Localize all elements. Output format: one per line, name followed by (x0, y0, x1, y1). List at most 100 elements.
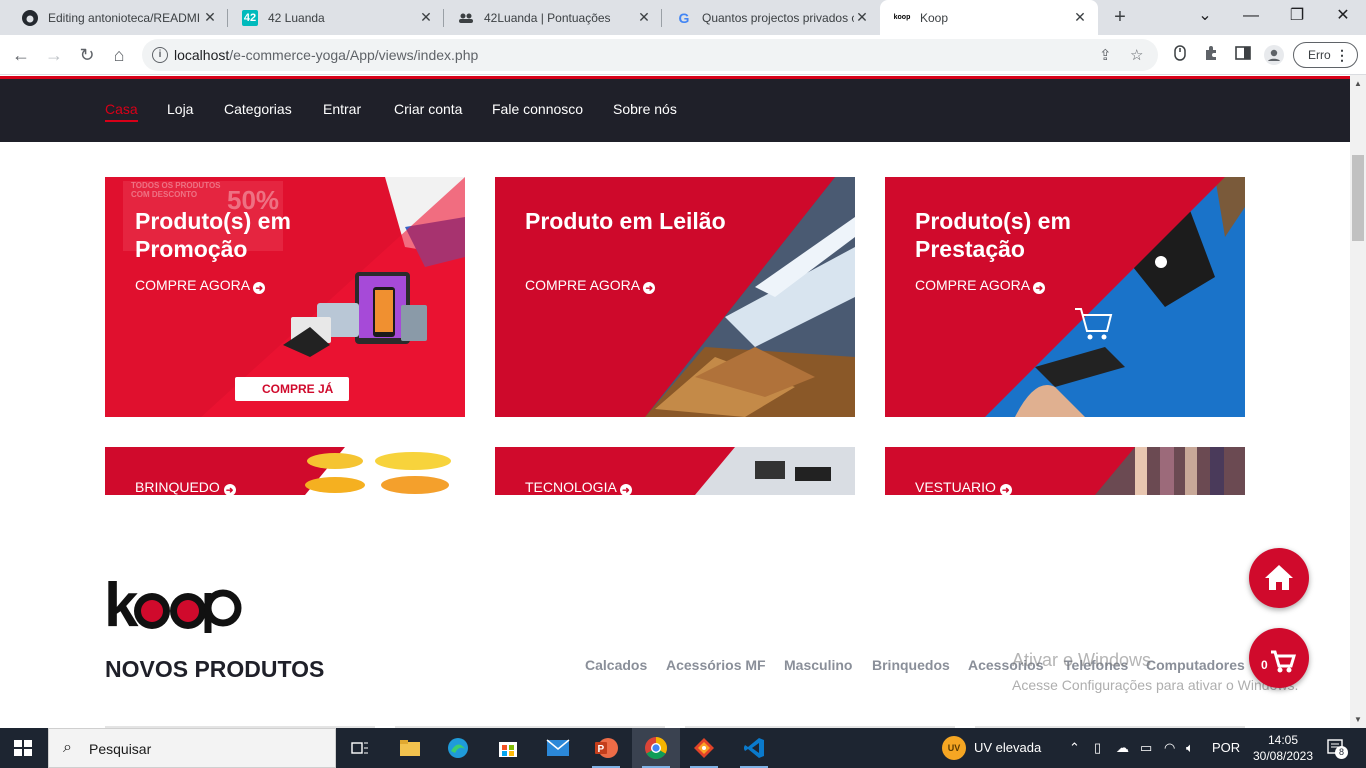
close-icon[interactable]: ✕ (418, 9, 434, 26)
banner-prestacao[interactable]: Produto(s) em Prestação COMPRE AGORA ➜ (885, 177, 1245, 417)
tab-pontuacoes[interactable]: 42Luanda | Pontuações ✕ (444, 0, 662, 35)
tab-github[interactable]: Editing antonioteca/READMI ✕ (8, 0, 228, 35)
category-link-computadores[interactable]: Computadores (1146, 657, 1245, 673)
close-window-button[interactable]: ✕ (1320, 0, 1366, 35)
volume-icon[interactable]: 🔈︎ (1186, 740, 1194, 756)
task-view-icon[interactable] (336, 728, 384, 768)
cart-fab-button[interactable]: 0 (1249, 628, 1309, 688)
profile-icon[interactable] (1264, 45, 1284, 65)
banner-cta[interactable]: COMPRE AGORA ➜ (135, 277, 266, 294)
category-link-masculino[interactable]: Masculino (784, 657, 852, 673)
git-app-icon[interactable] (680, 728, 728, 768)
tab-title: Quantos projectos privados c (702, 10, 854, 25)
file-explorer-icon[interactable] (386, 728, 434, 768)
extensions-icon[interactable] (1201, 45, 1221, 65)
banner-tecnologia[interactable]: TECNOLOGIA ➜ (495, 447, 855, 495)
nav-categorias[interactable]: Categorias (224, 101, 292, 117)
restore-button[interactable]: ❐ (1274, 0, 1320, 35)
compre-ja-label: COMPRE JÁ (262, 382, 334, 396)
banner-vestuario[interactable]: VESTUARIO ➜ (885, 447, 1245, 495)
windows-start-icon[interactable] (14, 740, 32, 756)
svg-text:k: k (104, 571, 139, 634)
taskbar-clock[interactable]: 14:05 30/08/2023 (1248, 732, 1318, 764)
banner-promocao[interactable]: TODOS OS PRODUTOS COM DESCONTO 50% Produ… (105, 177, 465, 417)
scroll-up-icon[interactable]: ▲ (1354, 79, 1362, 88)
address-bar[interactable]: i localhost/e-commerce-yoga/App/views/in… (142, 39, 1158, 71)
home-fab-button[interactable] (1249, 548, 1309, 608)
close-icon[interactable]: ✕ (202, 9, 218, 26)
banner-cta[interactable]: COMPRE AGORA ➜ (915, 277, 1046, 294)
reload-icon[interactable]: ↻ (75, 43, 99, 67)
tab-title: Koop (920, 10, 949, 25)
home-icon[interactable]: ⌂ (107, 43, 131, 67)
banner-leilao[interactable]: Produto em Leilão COMPRE AGORA ➜ (495, 177, 855, 417)
forward-icon[interactable]: → (42, 43, 66, 67)
onedrive-icon[interactable]: ☁ (1116, 740, 1129, 756)
banner-cta[interactable]: TECNOLOGIA ➜ (525, 479, 632, 495)
nav-casa[interactable]: Casa (105, 101, 138, 122)
close-icon[interactable]: ✕ (636, 9, 652, 26)
powerpoint-icon[interactable]: P (582, 728, 630, 768)
category-link-brinquedos[interactable]: Brinquedos (872, 657, 950, 673)
device-icon[interactable]: ▯ (1094, 740, 1101, 756)
notifications-icon[interactable]: 8 (1326, 738, 1348, 761)
tab-title: 42Luanda | Pontuações (484, 10, 611, 25)
mail-icon[interactable] (534, 728, 582, 768)
browser-toolbar: ← → ↻ ⌂ i localhost/e-commerce-yoga/App/… (0, 35, 1366, 75)
42-icon: 42 (242, 9, 258, 26)
show-hidden-icons[interactable]: ⌃ (1069, 740, 1080, 756)
cart-count: 0 (1261, 658, 1268, 672)
close-icon[interactable]: ✕ (854, 9, 870, 26)
banner-brinquedo[interactable]: BRINQUEDO ➜ (105, 447, 465, 495)
wifi-icon[interactable]: ◠ (1164, 740, 1175, 756)
banner-cta[interactable]: BRINQUEDO ➜ (135, 479, 236, 495)
share-icon[interactable]: ⇪ (1099, 46, 1112, 64)
chrome-icon[interactable] (632, 728, 680, 768)
windows-activation-title: Ativar o Windows (1012, 650, 1152, 670)
banner-cta[interactable]: COMPRE AGORA ➜ (525, 277, 656, 294)
arrow-right-icon: ➜ (253, 282, 266, 294)
category-link-calcados[interactable]: Calcados (585, 657, 647, 673)
uv-weather-icon[interactable]: UV (942, 736, 966, 760)
koop-logo[interactable]: k (104, 568, 244, 640)
url-text: localhost/e-commerce-yoga/App/views/inde… (174, 47, 479, 63)
tab-koop[interactable]: koop Koop ✕ (880, 0, 1098, 35)
weather-text[interactable]: UV elevada (974, 740, 1041, 755)
arrow-right-icon: ➜ (999, 484, 1012, 495)
nav-entrar[interactable]: Entrar (323, 101, 361, 117)
arrow-right-icon: ➜ (619, 484, 632, 495)
edge-icon[interactable] (434, 728, 482, 768)
store-icon[interactable] (484, 728, 532, 768)
menu-dots-icon[interactable]: ⋮ (1335, 43, 1349, 67)
bookmark-star-icon[interactable]: ☆ (1130, 46, 1143, 64)
home-icon (1265, 565, 1293, 590)
search-icon: ⌕ (63, 739, 72, 756)
side-panel-icon[interactable] (1233, 45, 1253, 65)
error-button[interactable]: Erro ⋮ (1293, 42, 1358, 68)
tab-title: 42 Luanda (268, 10, 325, 25)
tab-google-search[interactable]: G Quantos projectos privados c ✕ (662, 0, 880, 35)
minimize-button[interactable]: — (1228, 0, 1274, 35)
taskbar-search[interactable]: ⌕ Pesquisar (48, 728, 336, 768)
page-scrollbar[interactable]: ▲ ▼ (1350, 75, 1366, 728)
battery-icon[interactable]: ▭ (1140, 740, 1152, 756)
category-link-acessorios-mf[interactable]: Acessórios MF (666, 657, 766, 673)
tab-42-luanda[interactable]: 42 42 Luanda ✕ (228, 0, 444, 35)
close-icon[interactable]: ✕ (1072, 9, 1088, 26)
back-icon[interactable]: ← (9, 43, 33, 67)
nav-criar-conta[interactable]: Criar conta (394, 101, 462, 117)
banner-cta[interactable]: VESTUARIO ➜ (915, 479, 1012, 495)
nav-fale-connosco[interactable]: Fale connosco (492, 101, 583, 117)
vscode-icon[interactable] (730, 728, 778, 768)
site-info-icon[interactable]: i (152, 47, 168, 63)
new-tab-button[interactable]: + (1108, 6, 1132, 30)
nav-loja[interactable]: Loja (167, 101, 193, 117)
scroll-down-icon[interactable]: ▼ (1354, 715, 1362, 724)
language-indicator[interactable]: POR (1212, 740, 1240, 755)
mouse-extension-icon[interactable] (1170, 45, 1190, 65)
scroll-thumb[interactable] (1352, 155, 1364, 241)
tab-search-icon[interactable]: ⌄ (1182, 0, 1228, 35)
google-icon: G (678, 9, 690, 26)
nav-sobre-nos[interactable]: Sobre nós (613, 101, 677, 117)
arrow-right-icon: ➜ (1033, 282, 1046, 294)
